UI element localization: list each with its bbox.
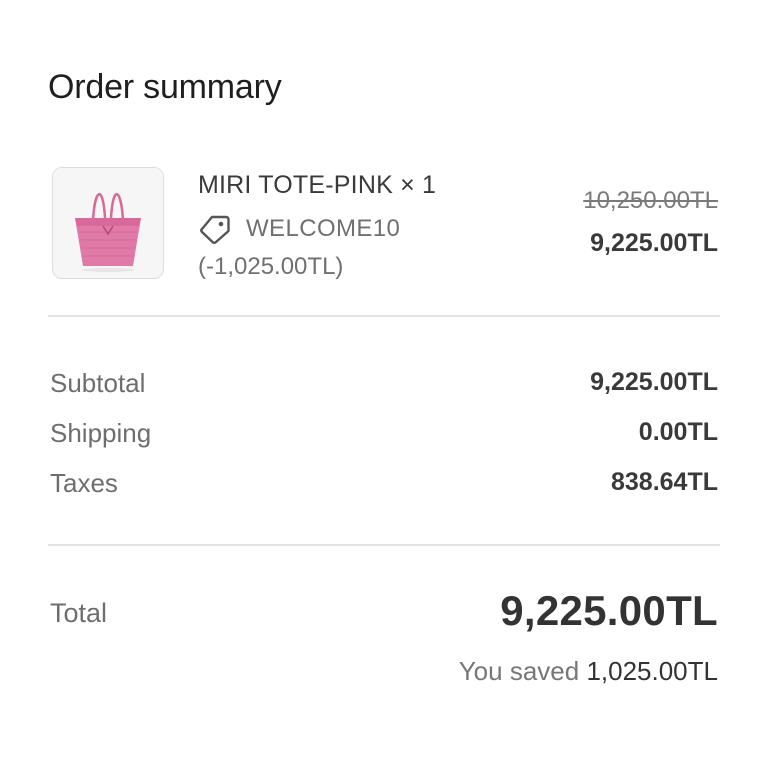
savings-amount: 1,025.00TL xyxy=(586,656,718,686)
taxes-row: Taxes 838.64TL xyxy=(48,468,720,502)
original-price: 10,250.00TL xyxy=(583,187,718,214)
discount-code: WELCOME10 xyxy=(246,215,401,242)
total-value: 9,225.00TL xyxy=(500,587,718,634)
taxes-value: 838.64TL xyxy=(610,468,718,496)
savings-text: You saved 1,025.00TL xyxy=(459,656,718,687)
subtotal-label: Subtotal xyxy=(50,368,146,398)
discount-code-row: WELCOME10 xyxy=(198,213,400,245)
savings-prefix: You saved xyxy=(458,656,580,686)
discount-amount: (-1,025.00TL) xyxy=(198,253,344,280)
shipping-value: 0.00TL xyxy=(638,418,718,446)
pink-tote-bag-image xyxy=(53,168,163,278)
tag-icon xyxy=(198,213,232,245)
subtotal-row: Subtotal 9,225.00TL xyxy=(48,368,720,402)
product-thumbnail xyxy=(52,167,164,279)
product-name: MIRI TOTE-PINK × 1 xyxy=(198,171,437,199)
shipping-label: Shipping xyxy=(50,418,152,448)
subtotal-value: 9,225.00TL xyxy=(590,368,718,396)
divider xyxy=(48,315,720,317)
divider xyxy=(48,544,720,546)
discounted-price: 9,225.00TL xyxy=(590,229,718,257)
taxes-label: Taxes xyxy=(50,468,118,498)
order-summary-title: Order summary xyxy=(48,68,282,106)
total-label: Total xyxy=(50,598,108,628)
shipping-row: Shipping 0.00TL xyxy=(48,418,720,452)
line-item: MIRI TOTE-PINK × 1 WELCOME10 (-1,025.00T… xyxy=(48,165,720,283)
